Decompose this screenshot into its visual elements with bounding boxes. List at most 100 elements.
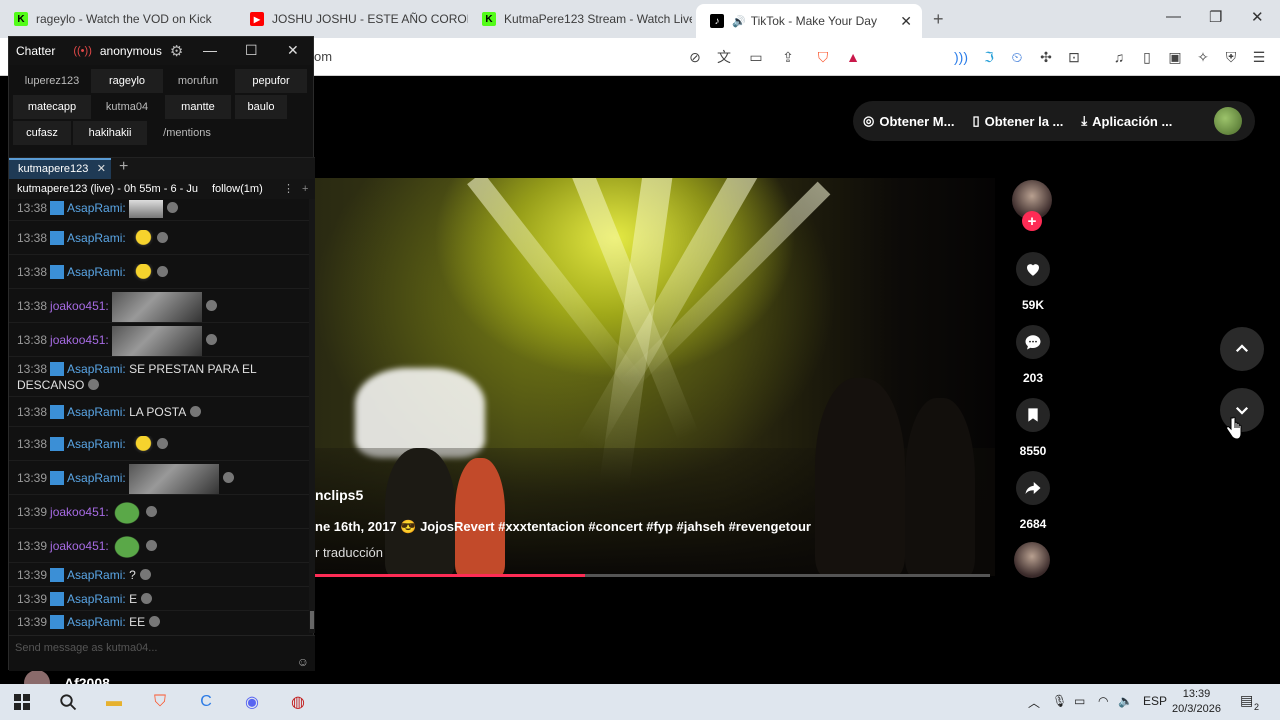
wifi-icon[interactable]: ◠ [1098,694,1108,708]
maximize-button[interactable]: ☐ [245,42,258,59]
close-tab-icon[interactable]: ✕ [900,13,912,30]
search-button[interactable] [54,688,82,716]
address-bar[interactable]: om [314,42,674,72]
notification-icon[interactable]: ▤ [1240,692,1253,709]
minimize-button[interactable]: — [1166,8,1181,25]
brave-rewards-icon[interactable]: ▲ [843,47,863,67]
username[interactable]: AsapRami: [67,265,126,279]
tab-cufasz[interactable]: cufasz [13,121,71,145]
start-button[interactable] [8,688,36,716]
wallet-icon[interactable]: ▣ [1165,47,1185,67]
gear-icon[interactable]: ⚙ [170,42,183,60]
username[interactable]: AsapRami: [67,231,126,245]
see-translation-link[interactable]: r traducción [315,545,383,560]
video-author[interactable]: nclips5 [315,487,363,503]
browser-tab[interactable]: ▶ JOSHU JOSHU - ESTE AÑO CORONO [236,0,468,38]
moderation-icon[interactable] [157,438,169,449]
tab-rageylo[interactable]: rageylo [91,69,163,93]
save-button[interactable] [1016,398,1050,432]
menu-icon[interactable]: ☰ [1249,47,1269,67]
sidebar-icon[interactable]: ▯ [1137,47,1157,67]
moderation-icon[interactable] [206,334,218,345]
comment-button[interactable] [1016,325,1050,359]
browser-tab[interactable]: K rageylo - Watch the VOD on Kick [0,0,236,38]
sound-disc[interactable] [1014,542,1050,578]
tab-kutma04[interactable]: kutma04 [91,95,163,119]
clock[interactable]: 13:39 20/3/2026 [1172,687,1221,717]
scrollbar-thumb[interactable] [310,611,314,629]
translate-icon[interactable]: 文 [714,47,734,67]
browser-tab[interactable]: K KutmaPere123 Stream - Watch Live o [468,0,692,38]
tab-baulo[interactable]: baulo [235,95,287,119]
tab-pepufor[interactable]: pepufor [235,69,307,93]
moderation-icon[interactable] [146,506,158,517]
chat-input[interactable]: Send message as kutma04... ☺ [9,635,315,671]
username[interactable]: AsapRami: [67,568,126,582]
extension-icon[interactable]: ℑ [979,47,999,67]
username[interactable]: joakoo451: [50,299,109,313]
microphone-icon[interactable]: 🎙 [1052,694,1067,708]
timer-extension-icon[interactable]: ⏲ [1007,47,1027,67]
emote-picker-icon[interactable]: ☺ [297,650,309,674]
moderation-icon[interactable] [146,540,158,551]
username[interactable]: AsapRami: [67,362,126,376]
chat-scrollbar[interactable] [309,199,315,633]
moderation-icon[interactable] [139,569,151,580]
username[interactable]: AsapRami: [67,471,126,485]
file-explorer-icon[interactable]: ▬ [100,688,128,716]
tab-mentions[interactable]: /mentions [149,121,225,145]
minimize-button[interactable]: — [203,42,217,58]
volume-icon[interactable]: 🔈 [1118,694,1133,708]
profile-avatar[interactable] [1214,107,1242,135]
moderation-icon[interactable] [167,202,179,213]
leo-ai-icon[interactable]: ✧ [1193,47,1213,67]
battery-icon[interactable]: ▭ [1074,694,1085,708]
moderation-icon[interactable] [206,300,218,311]
moderation-icon[interactable] [223,472,235,483]
account-switcher[interactable]: anonymous [100,44,162,58]
add-icon[interactable]: + [302,179,308,199]
get-coins-button[interactable]: ◎ Obtener M... [863,113,954,129]
close-button[interactable]: ✕ [287,42,299,59]
split-tab-kutmapere123[interactable]: kutmapere123 ✕ [9,158,111,180]
add-split-button[interactable]: + [119,158,128,176]
moderation-icon[interactable] [141,593,153,604]
discord-icon[interactable]: ◉ [238,688,266,716]
username[interactable]: AsapRami: [67,405,126,419]
moderation-icon[interactable] [149,616,161,627]
share-icon[interactable]: ⇪ [778,47,798,67]
follow-button[interactable]: + [1022,211,1042,231]
desktop-app-button[interactable]: ⤓ Aplicación ... [1081,113,1172,129]
video-progress-bar[interactable] [315,574,990,577]
cast-icon[interactable]: ▭ [746,47,766,67]
username[interactable]: joakoo451: [50,539,109,553]
username[interactable]: joakoo451: [50,333,109,347]
get-app-button[interactable]: ▯ Obtener la ... [972,113,1063,129]
more-options-icon[interactable]: ⋮ [283,179,294,199]
close-icon[interactable]: ✕ [97,160,106,179]
obs-icon[interactable]: ◍ [284,688,312,716]
show-hidden-icons[interactable]: ︿ [1028,694,1040,711]
share-button[interactable] [1016,471,1050,505]
no-tracking-icon[interactable]: ⊘ [685,47,705,67]
tab-matecapp[interactable]: matecapp [13,95,91,119]
moderation-icon[interactable] [157,232,169,243]
wifi-extension-icon[interactable]: ))) [951,47,971,67]
browser-tab-active[interactable]: ♪ 🔊 TikTok - Make Your Day ✕ [696,4,922,38]
chatterino-app-icon[interactable]: C [192,688,220,716]
brave-shield-icon[interactable]: ⛉ [813,47,833,67]
vpn-icon[interactable]: ⛨ [1221,47,1241,67]
username[interactable]: joakoo451: [50,505,109,519]
language-indicator[interactable]: ESP [1143,694,1167,708]
previous-video-button[interactable] [1220,327,1264,371]
username[interactable]: AsapRami: [67,201,126,215]
music-icon[interactable]: ♫ [1109,47,1129,67]
tab-hakihakii[interactable]: hakihakii [73,121,147,145]
username[interactable]: AsapRami: [67,437,126,451]
camera-icon[interactable]: ⊡ [1064,47,1084,67]
moderation-icon[interactable] [88,379,100,390]
tab-mantte[interactable]: mantte [165,95,231,119]
moderation-icon[interactable] [190,406,202,417]
like-button[interactable] [1016,252,1050,286]
tab-luperez123[interactable]: luperez123 [13,69,91,93]
